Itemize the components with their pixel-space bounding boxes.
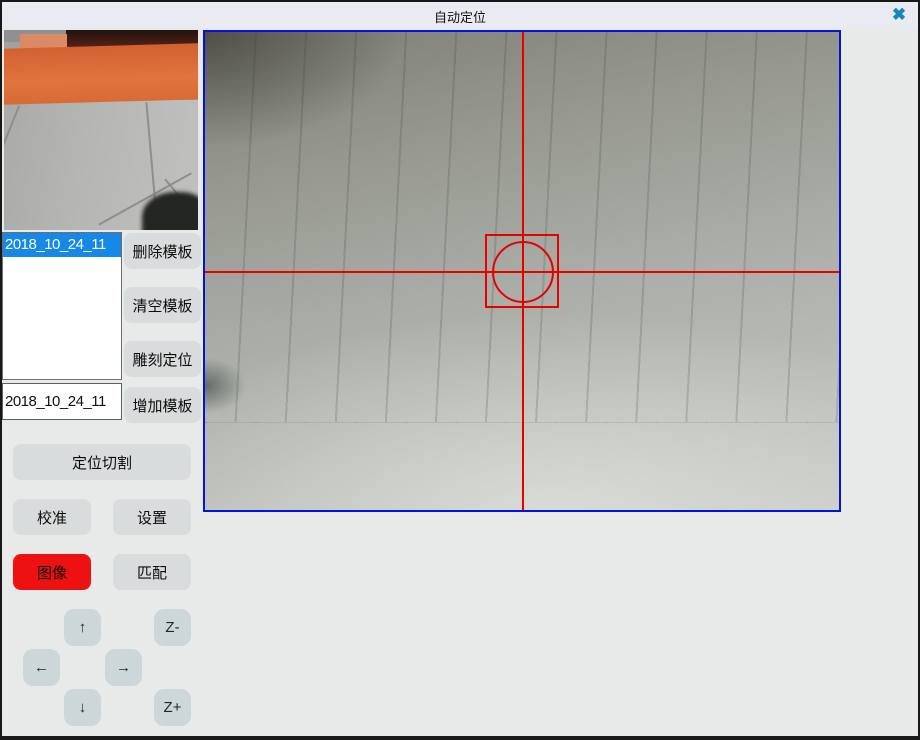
add-template-button[interactable]: 增加模板 xyxy=(124,387,201,423)
template-name-input[interactable] xyxy=(2,383,122,420)
jog-left-button[interactable]: ← xyxy=(23,649,60,686)
template-thumbnail xyxy=(4,30,198,230)
camera-view[interactable] xyxy=(203,30,841,512)
thumbnail-orange-beam xyxy=(4,43,198,105)
close-icon[interactable]: ✖ xyxy=(888,4,910,26)
calibrate-button[interactable]: 校准 xyxy=(13,499,91,535)
jog-down-button[interactable]: ↓ xyxy=(64,689,101,726)
dialog-title: 自动定位 xyxy=(2,7,918,26)
jog-z-minus-button[interactable]: Z- xyxy=(154,609,191,646)
settings-button[interactable]: 设置 xyxy=(113,499,191,535)
match-button[interactable]: 匹配 xyxy=(113,554,191,590)
auto-position-dialog: 自动定位 ✖ 2018_10_24_11 删除模板 清空模板 雕刻定位 增加模板… xyxy=(0,0,920,740)
clear-templates-button[interactable]: 清空模板 xyxy=(124,287,201,323)
delete-template-button[interactable]: 删除模板 xyxy=(124,233,201,269)
jog-z-plus-button[interactable]: Z+ xyxy=(154,689,191,726)
jog-up-button[interactable]: ↑ xyxy=(64,609,101,646)
titlebar: 自动定位 ✖ xyxy=(2,2,918,28)
image-button[interactable]: 图像 xyxy=(13,554,91,590)
jog-right-button[interactable]: → xyxy=(105,649,142,686)
engrave-position-button[interactable]: 雕刻定位 xyxy=(124,341,201,377)
position-cut-button[interactable]: 定位切割 xyxy=(13,444,191,480)
target-circle xyxy=(492,241,554,303)
template-list[interactable]: 2018_10_24_11 xyxy=(2,232,122,380)
list-item[interactable]: 2018_10_24_11 xyxy=(3,233,121,257)
